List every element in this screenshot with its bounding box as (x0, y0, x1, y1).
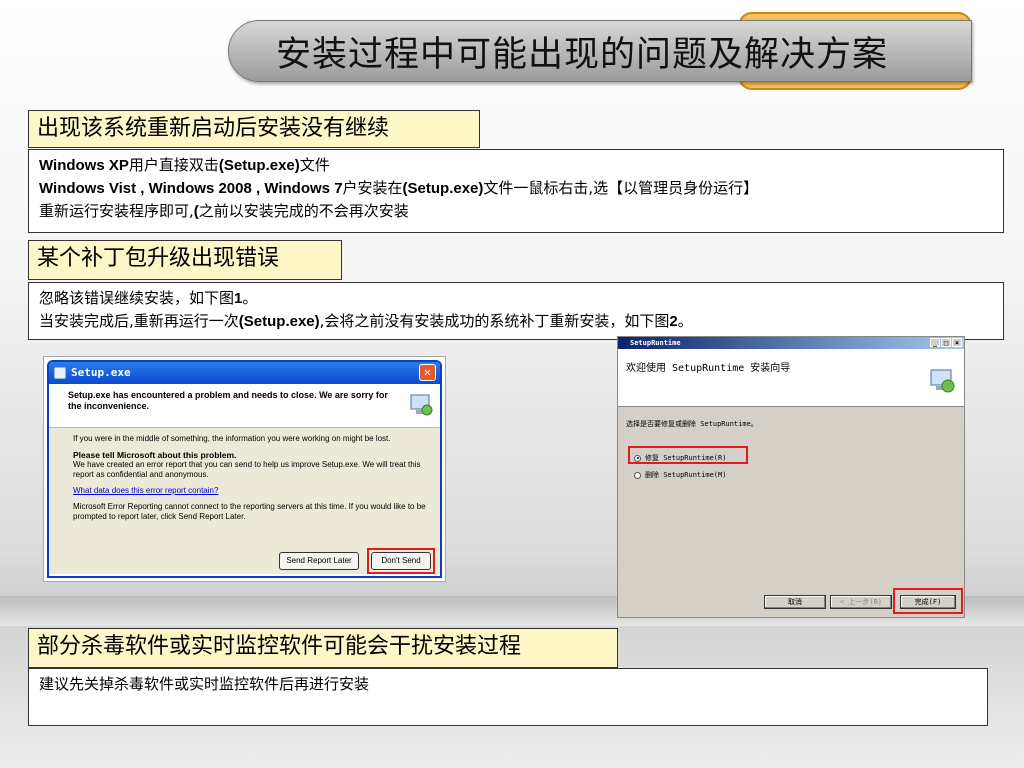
section2-line1: 忽略该错误继续安装，如下图1。 (39, 289, 258, 307)
wizard-title: SetupRuntime (630, 339, 681, 347)
wizard-titlebar: SetupRuntime _ □ × (618, 337, 964, 349)
error-dialog-header: Setup.exe has encountered a problem and … (49, 384, 440, 428)
radio-icon[interactable] (634, 471, 641, 479)
highlight-box (628, 446, 748, 464)
computer-icon (410, 394, 433, 416)
maximize-icon[interactable]: □ (941, 338, 951, 347)
page-title: 安装过程中可能出现的问题及解决方案 (276, 35, 889, 75)
send-report-later-button[interactable]: Send Report Later (279, 552, 359, 570)
wizard-prompt: 选择是否要修复或删除 SetupRuntime。 (626, 420, 758, 428)
section2-line2: 当安装完成后,重新再运行一次(Setup.exe),会将之前没有安装成功的系统补… (39, 312, 693, 330)
section1-header: 出现该系统重新启动后安装没有继续 (28, 110, 480, 148)
section1-line2: Windows Vist , Windows 2008 , Windows 7户… (39, 179, 759, 197)
error-dialog-titlebar: Setup.exe ✕ (49, 362, 440, 384)
highlight-box (367, 548, 435, 574)
section2-content: 忽略该错误继续安装，如下图1。 当安装完成后,重新再运行一次(Setup.exe… (28, 282, 1004, 340)
cancel-button[interactable]: 取消 (764, 595, 826, 609)
error-dialog-body: If you were in the middle of something, … (49, 428, 440, 574)
remove-option[interactable]: 删除 SetupRuntime(M) (634, 470, 726, 480)
section1-line1: Windows XP用户直接双击(Setup.exe)文件 (39, 156, 330, 174)
setup-wizard-screenshot: SetupRuntime _ □ × 欢迎使用 SetupRuntime 安装向… (617, 336, 965, 618)
wizard-heading: 欢迎使用 SetupRuntime 安装向导 (626, 363, 791, 374)
highlight-box (893, 588, 963, 614)
section2-header: 某个补丁包升级出现错误 (28, 240, 342, 280)
wizard-body: 选择是否要修复或删除 SetupRuntime。 修复 SetupRuntime… (618, 407, 964, 607)
section1-line3: 重新运行安装程序即可,(之前以安装完成的不会再次安装 (39, 202, 409, 220)
wizard-header: 欢迎使用 SetupRuntime 安装向导 (618, 349, 964, 407)
section3-header: 部分杀毒软件或实时监控软件可能会干扰安装过程 (28, 628, 618, 668)
section3-text: 建议先关掉杀毒软件或实时监控软件后再进行安装 (39, 675, 370, 693)
app-icon (54, 367, 66, 379)
computer-icon (930, 369, 955, 393)
minimize-icon[interactable]: _ (930, 338, 940, 347)
error-report-link[interactable]: What data does this error report contain… (73, 486, 432, 496)
close-icon[interactable]: × (952, 338, 962, 347)
back-button[interactable]: < 上一步(B) (830, 595, 892, 609)
section1-content: Windows XP用户直接双击(Setup.exe)文件 Windows Vi… (28, 149, 1004, 233)
close-icon[interactable]: ✕ (419, 364, 436, 381)
error-dialog-screenshot: Setup.exe ✕ Setup.exe has encountered a … (43, 356, 446, 582)
section3-content: 建议先关掉杀毒软件或实时监控软件后再进行安装 (28, 668, 988, 726)
error-dialog-title: Setup.exe (71, 366, 131, 379)
